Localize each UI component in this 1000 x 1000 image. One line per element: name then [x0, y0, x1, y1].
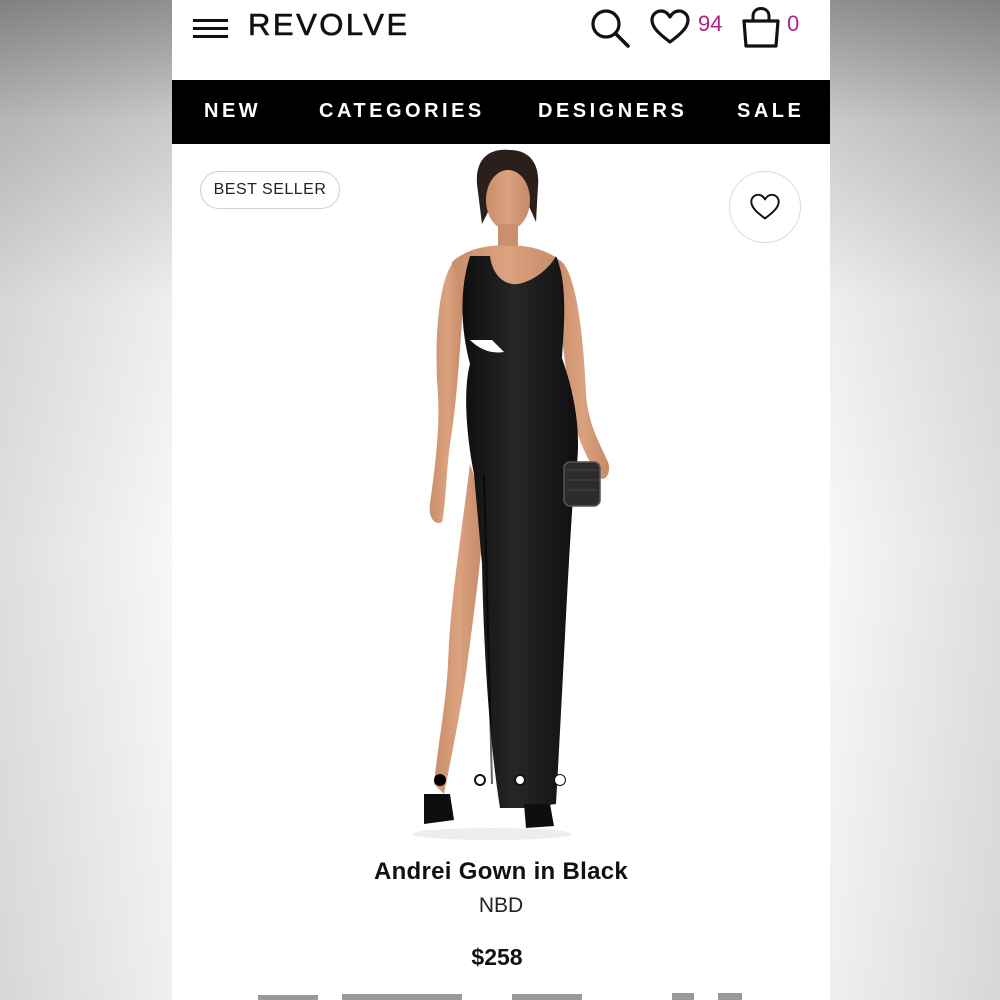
product-gallery: BEST SELLER — [172, 144, 830, 849]
heart-outline-icon — [750, 193, 780, 220]
site-header: REVOLVE 94 0 — [172, 0, 830, 80]
search-icon[interactable] — [588, 6, 632, 50]
carousel-dot[interactable] — [474, 774, 486, 786]
background-right — [830, 0, 1000, 1000]
site-logo[interactable]: REVOLVE — [248, 7, 410, 43]
add-to-wishlist-button[interactable] — [729, 171, 801, 243]
hamburger-menu-icon[interactable] — [193, 17, 229, 41]
heart-icon[interactable] — [649, 8, 691, 46]
carousel-dot[interactable] — [514, 774, 526, 786]
nav-item-new[interactable]: NEW — [204, 100, 261, 123]
carousel-dot[interactable] — [554, 774, 566, 786]
background-left — [0, 0, 172, 1000]
favorites-count[interactable]: 94 — [698, 11, 722, 37]
main-nav: NEW CATEGORIES DESIGNERS SALE — [172, 80, 830, 144]
product-price: $258 — [471, 944, 523, 970]
nav-item-categories[interactable]: CATEGORIES — [319, 100, 485, 123]
product-brand[interactable]: NBD — [172, 894, 830, 918]
carousel-dot[interactable] — [434, 774, 446, 786]
best-seller-badge: BEST SELLER — [200, 171, 340, 209]
nav-item-sale[interactable]: SALE — [737, 100, 804, 123]
shopping-bag-icon[interactable] — [739, 5, 783, 49]
product-title: Andrei Gown in Black — [373, 858, 629, 885]
mobile-screen: REVOLVE 94 0 NEW CATEGORIES DESIGNERS SA… — [172, 0, 830, 1000]
product-image[interactable] — [342, 144, 662, 849]
bag-count[interactable]: 0 — [787, 11, 799, 37]
carousel-dots — [172, 774, 830, 790]
nav-item-designers[interactable]: DESIGNERS — [538, 100, 687, 123]
partially-visible-text — [258, 993, 742, 1000]
